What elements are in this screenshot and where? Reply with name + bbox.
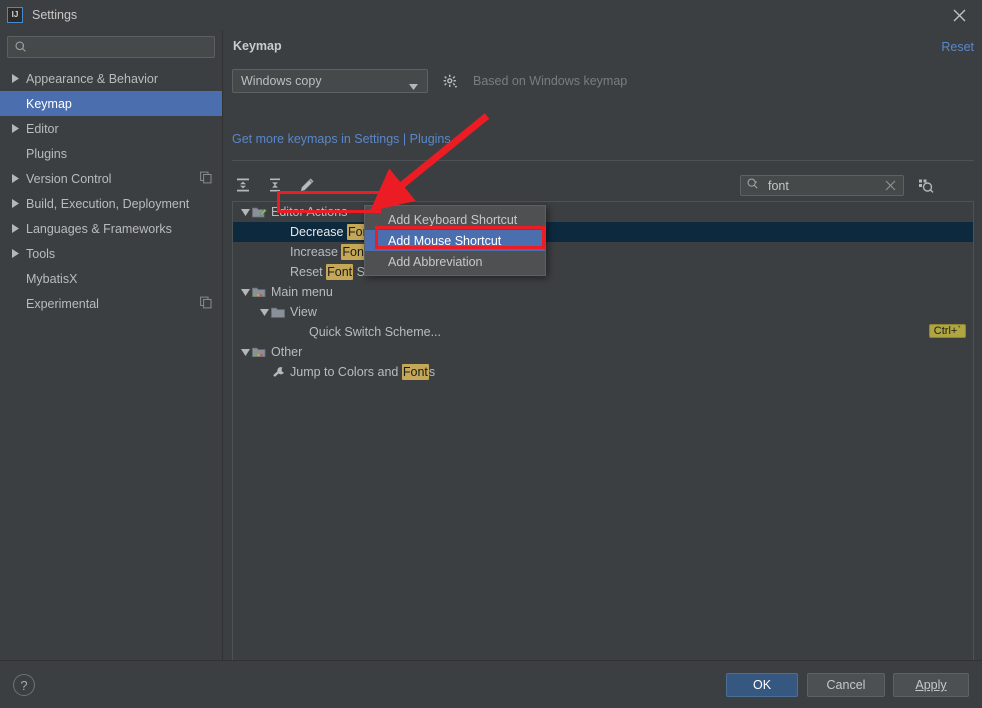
intellij-idea-icon: IJ [7,7,23,23]
sidebar-item-editor[interactable]: Editor [0,116,222,141]
sidebar-item-label: Tools [26,246,56,261]
context-menu-item-add-keyboard-shortcut[interactable]: Add Keyboard Shortcut [365,209,545,230]
search-match-highlight: Font [326,264,354,280]
collapse-all-icon[interactable] [264,174,286,196]
tree-row-label: Main menu [271,285,333,299]
chevron-right-icon[interactable] [10,73,21,84]
clear-x-icon[interactable] [885,180,896,194]
tree-toolbar [232,172,318,198]
settings-sidebar: Appearance & Behavior Keymap Editor Plugins… [0,30,223,660]
window-title: Settings [32,8,78,22]
tree-row-label: Other [271,345,303,359]
sidebar-item-appearance-behavior[interactable]: Appearance & Behavior [0,66,222,91]
sidebar-tree: Appearance & Behavior Keymap Editor Plugins… [0,66,222,316]
tree-row[interactable]: Jump to Colors and Fonts [233,362,973,382]
tree-row-label: View [290,305,317,319]
keymap-panel: Keymap Reset Windows copy Based on Windo… [224,30,982,671]
sidebar-item-languages-frameworks[interactable]: Languages & Frameworks [0,216,222,241]
sidebar-item-experimental[interactable]: Experimental [0,291,222,316]
keymap-search-value: font [768,178,789,193]
tree-row-label: Quick Switch Scheme... [309,325,441,339]
help-question-icon[interactable]: ? [13,674,35,696]
tree-row[interactable]: Reset Font Size [233,262,973,282]
sidebar-item-label: Languages & Frameworks [26,221,172,236]
reset-link[interactable]: Reset [941,40,974,54]
wrench-icon [270,364,286,380]
other-folder-icon [251,344,267,360]
apply-button-label: Apply [915,678,947,692]
sidebar-item-label: Appearance & Behavior [26,71,159,86]
tree-row[interactable]: Main menu [233,282,973,302]
chevron-down-icon[interactable] [239,346,251,358]
tree-row[interactable]: View [233,302,973,322]
sidebar-item-label: MybatisX [26,271,78,286]
settings-dialog: IJ Settings Appearance & Behavior Keymap E… [0,0,982,708]
chevron-down-icon[interactable] [239,206,251,218]
based-on-label: Based on Windows keymap [473,74,628,88]
search-icon [14,40,28,54]
search-match-highlight: Font [401,364,429,380]
keymap-select[interactable]: Windows copy [232,69,428,93]
sidebar-item-label: Keymap [26,96,72,111]
tree-row-label: Jump to Colors and Fonts [290,364,436,380]
tree-row[interactable]: Decrease Font Size [233,222,973,242]
chevron-right-icon[interactable] [10,173,21,184]
chevron-right-icon[interactable] [10,223,21,234]
tree-row[interactable]: Increase Font Size [233,242,973,262]
chevron-down-icon[interactable] [258,306,270,318]
main-menu-folder-icon [251,284,267,300]
chevron-right-icon[interactable] [10,198,21,209]
close-icon[interactable] [936,0,982,30]
context-menu-item-add-abbreviation[interactable]: Add Abbreviation [365,251,545,272]
chevron-right-icon[interactable] [10,248,21,259]
find-by-shortcut-icon[interactable] [914,174,936,196]
tree-row[interactable]: Quick Switch Scheme... Ctrl+` [233,322,973,342]
tree-row[interactable]: Other [233,342,973,362]
sidebar-item-label: Plugins [26,146,67,161]
divider [232,160,974,161]
apply-button[interactable]: Apply [893,673,969,697]
sidebar-item-label: Editor [26,121,59,136]
folder-icon [270,304,286,320]
dialog-footer: ? OK Cancel Apply [0,660,982,708]
cancel-button[interactable]: Cancel [807,673,885,697]
chevron-down-icon [409,79,418,93]
chevron-right-icon[interactable] [10,123,21,134]
shortcut-badge: Ctrl+` [928,324,966,338]
editor-actions-folder-icon [251,204,267,220]
chevron-down-icon[interactable] [239,286,251,298]
context-menu: Add Keyboard Shortcut Add Mouse Shortcut A… [364,205,546,276]
sidebar-item-mybatisx[interactable]: MybatisX [0,266,222,291]
title-bar: IJ Settings [0,0,982,30]
sidebar-item-label: Version Control [26,171,112,186]
get-more-keymaps-link[interactable]: Get more keymaps in Settings | Plugins [232,132,451,146]
sidebar-item-tools[interactable]: Tools [0,241,222,266]
gear-icon[interactable] [440,71,460,91]
sidebar-item-label: Experimental [26,296,99,311]
context-menu-item-add-mouse-shortcut[interactable]: Add Mouse Shortcut [365,230,545,251]
copy-icon [200,296,212,311]
search-icon [746,177,760,194]
expand-all-icon[interactable] [232,174,254,196]
edit-pencil-icon[interactable] [296,174,318,196]
sidebar-item-version-control[interactable]: Version Control [0,166,222,191]
ok-button[interactable]: OK [726,673,798,697]
sidebar-item-build-execution-deployment[interactable]: Build, Execution, Deployment [0,191,222,216]
sidebar-item-keymap[interactable]: Keymap [0,91,222,116]
tree-row-label: Editor Actions [271,205,348,219]
tree-row[interactable]: Editor Actions [233,202,973,222]
keymap-select-value: Windows copy [241,74,322,88]
sidebar-item-plugins[interactable]: Plugins [0,141,222,166]
copy-icon [200,171,212,186]
keymap-search-input[interactable]: font [740,175,904,196]
page-title: Keymap [233,39,282,53]
keymap-actions-tree[interactable]: Editor Actions Decrease Font SizeIncrease… [232,201,974,671]
sidebar-search-input[interactable] [7,36,215,58]
sidebar-item-label: Build, Execution, Deployment [26,196,190,211]
